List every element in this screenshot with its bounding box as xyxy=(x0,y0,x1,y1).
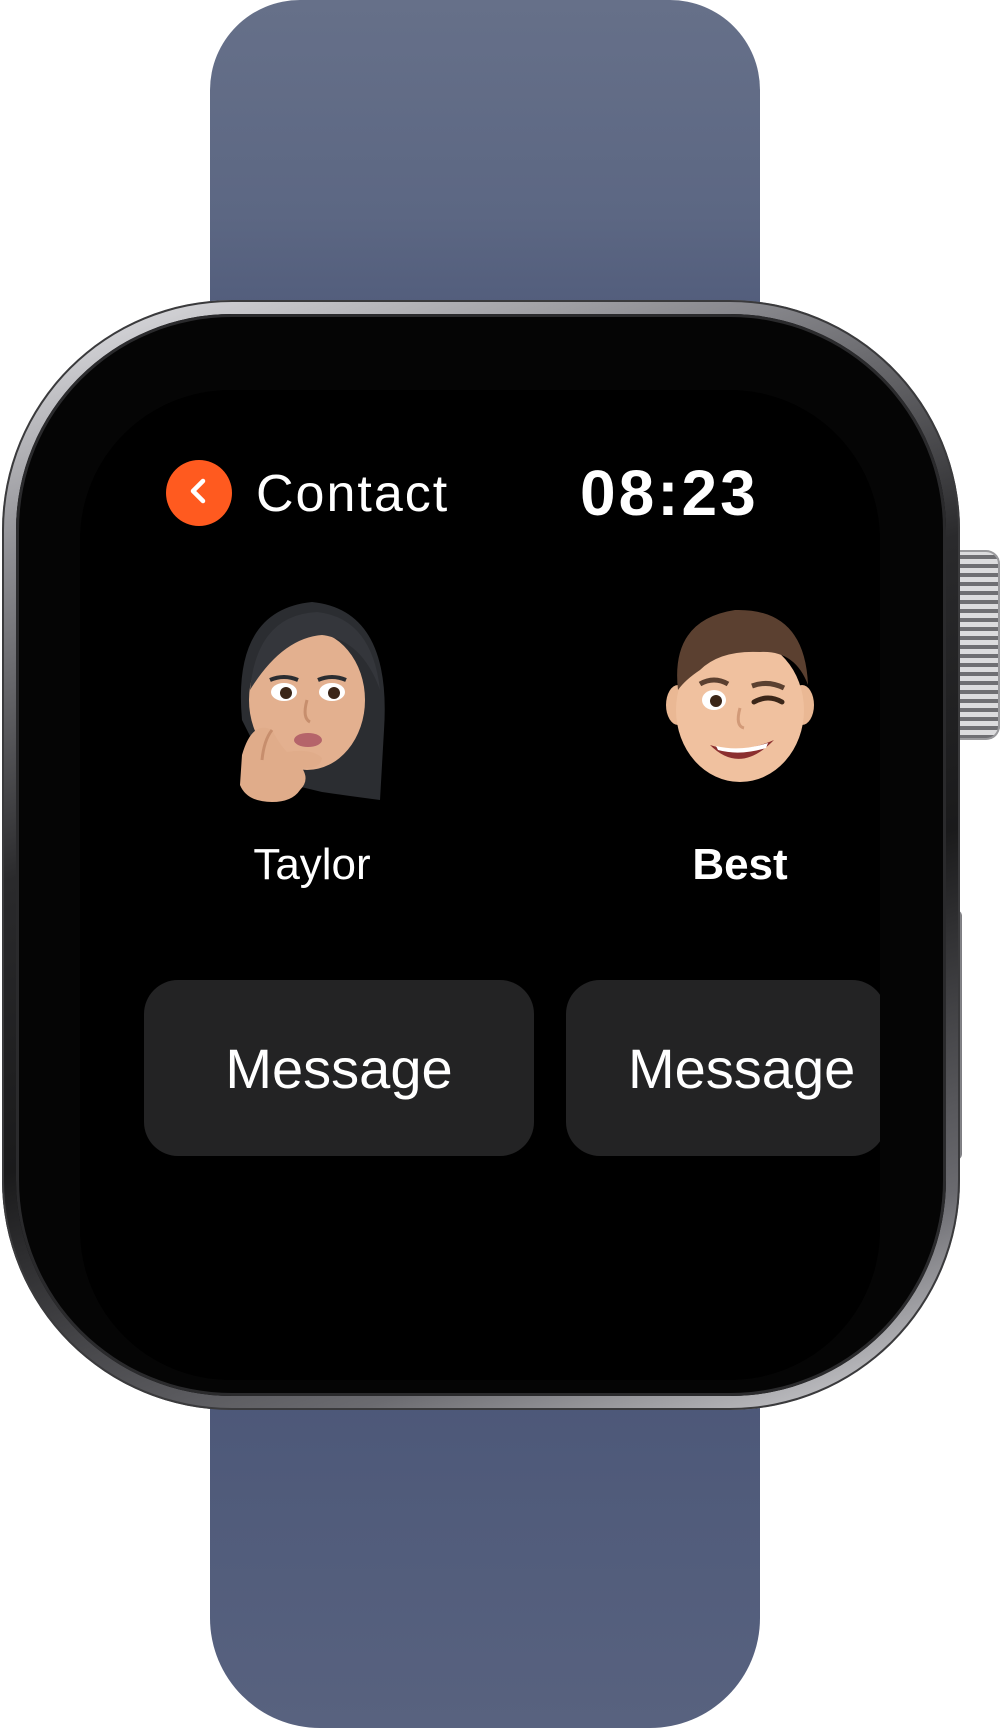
contact-taylor[interactable]: Taylor xyxy=(192,580,432,892)
message-button-taylor[interactable]: Message xyxy=(144,980,534,1156)
watch-mockup: Contact 08:23 Taylor Best Message Messag… xyxy=(0,0,1004,1728)
page-title: Contact xyxy=(256,465,450,523)
contact-best[interactable]: Best xyxy=(620,580,860,892)
watch-band-bottom xyxy=(210,1380,760,1728)
memoji-winking-man-icon xyxy=(666,609,814,782)
chevron-left-icon xyxy=(184,476,214,511)
contact-name: Taylor xyxy=(253,840,371,889)
clock-time: 08:23 xyxy=(580,457,759,529)
memoji-thinking-woman-icon xyxy=(240,602,385,802)
message-button-best[interactable]: Message xyxy=(566,980,880,1156)
watch-screen: Contact 08:23 Taylor Best Message Messag… xyxy=(80,390,880,1380)
contact-name: Best xyxy=(692,840,788,889)
back-button[interactable] xyxy=(166,460,232,526)
